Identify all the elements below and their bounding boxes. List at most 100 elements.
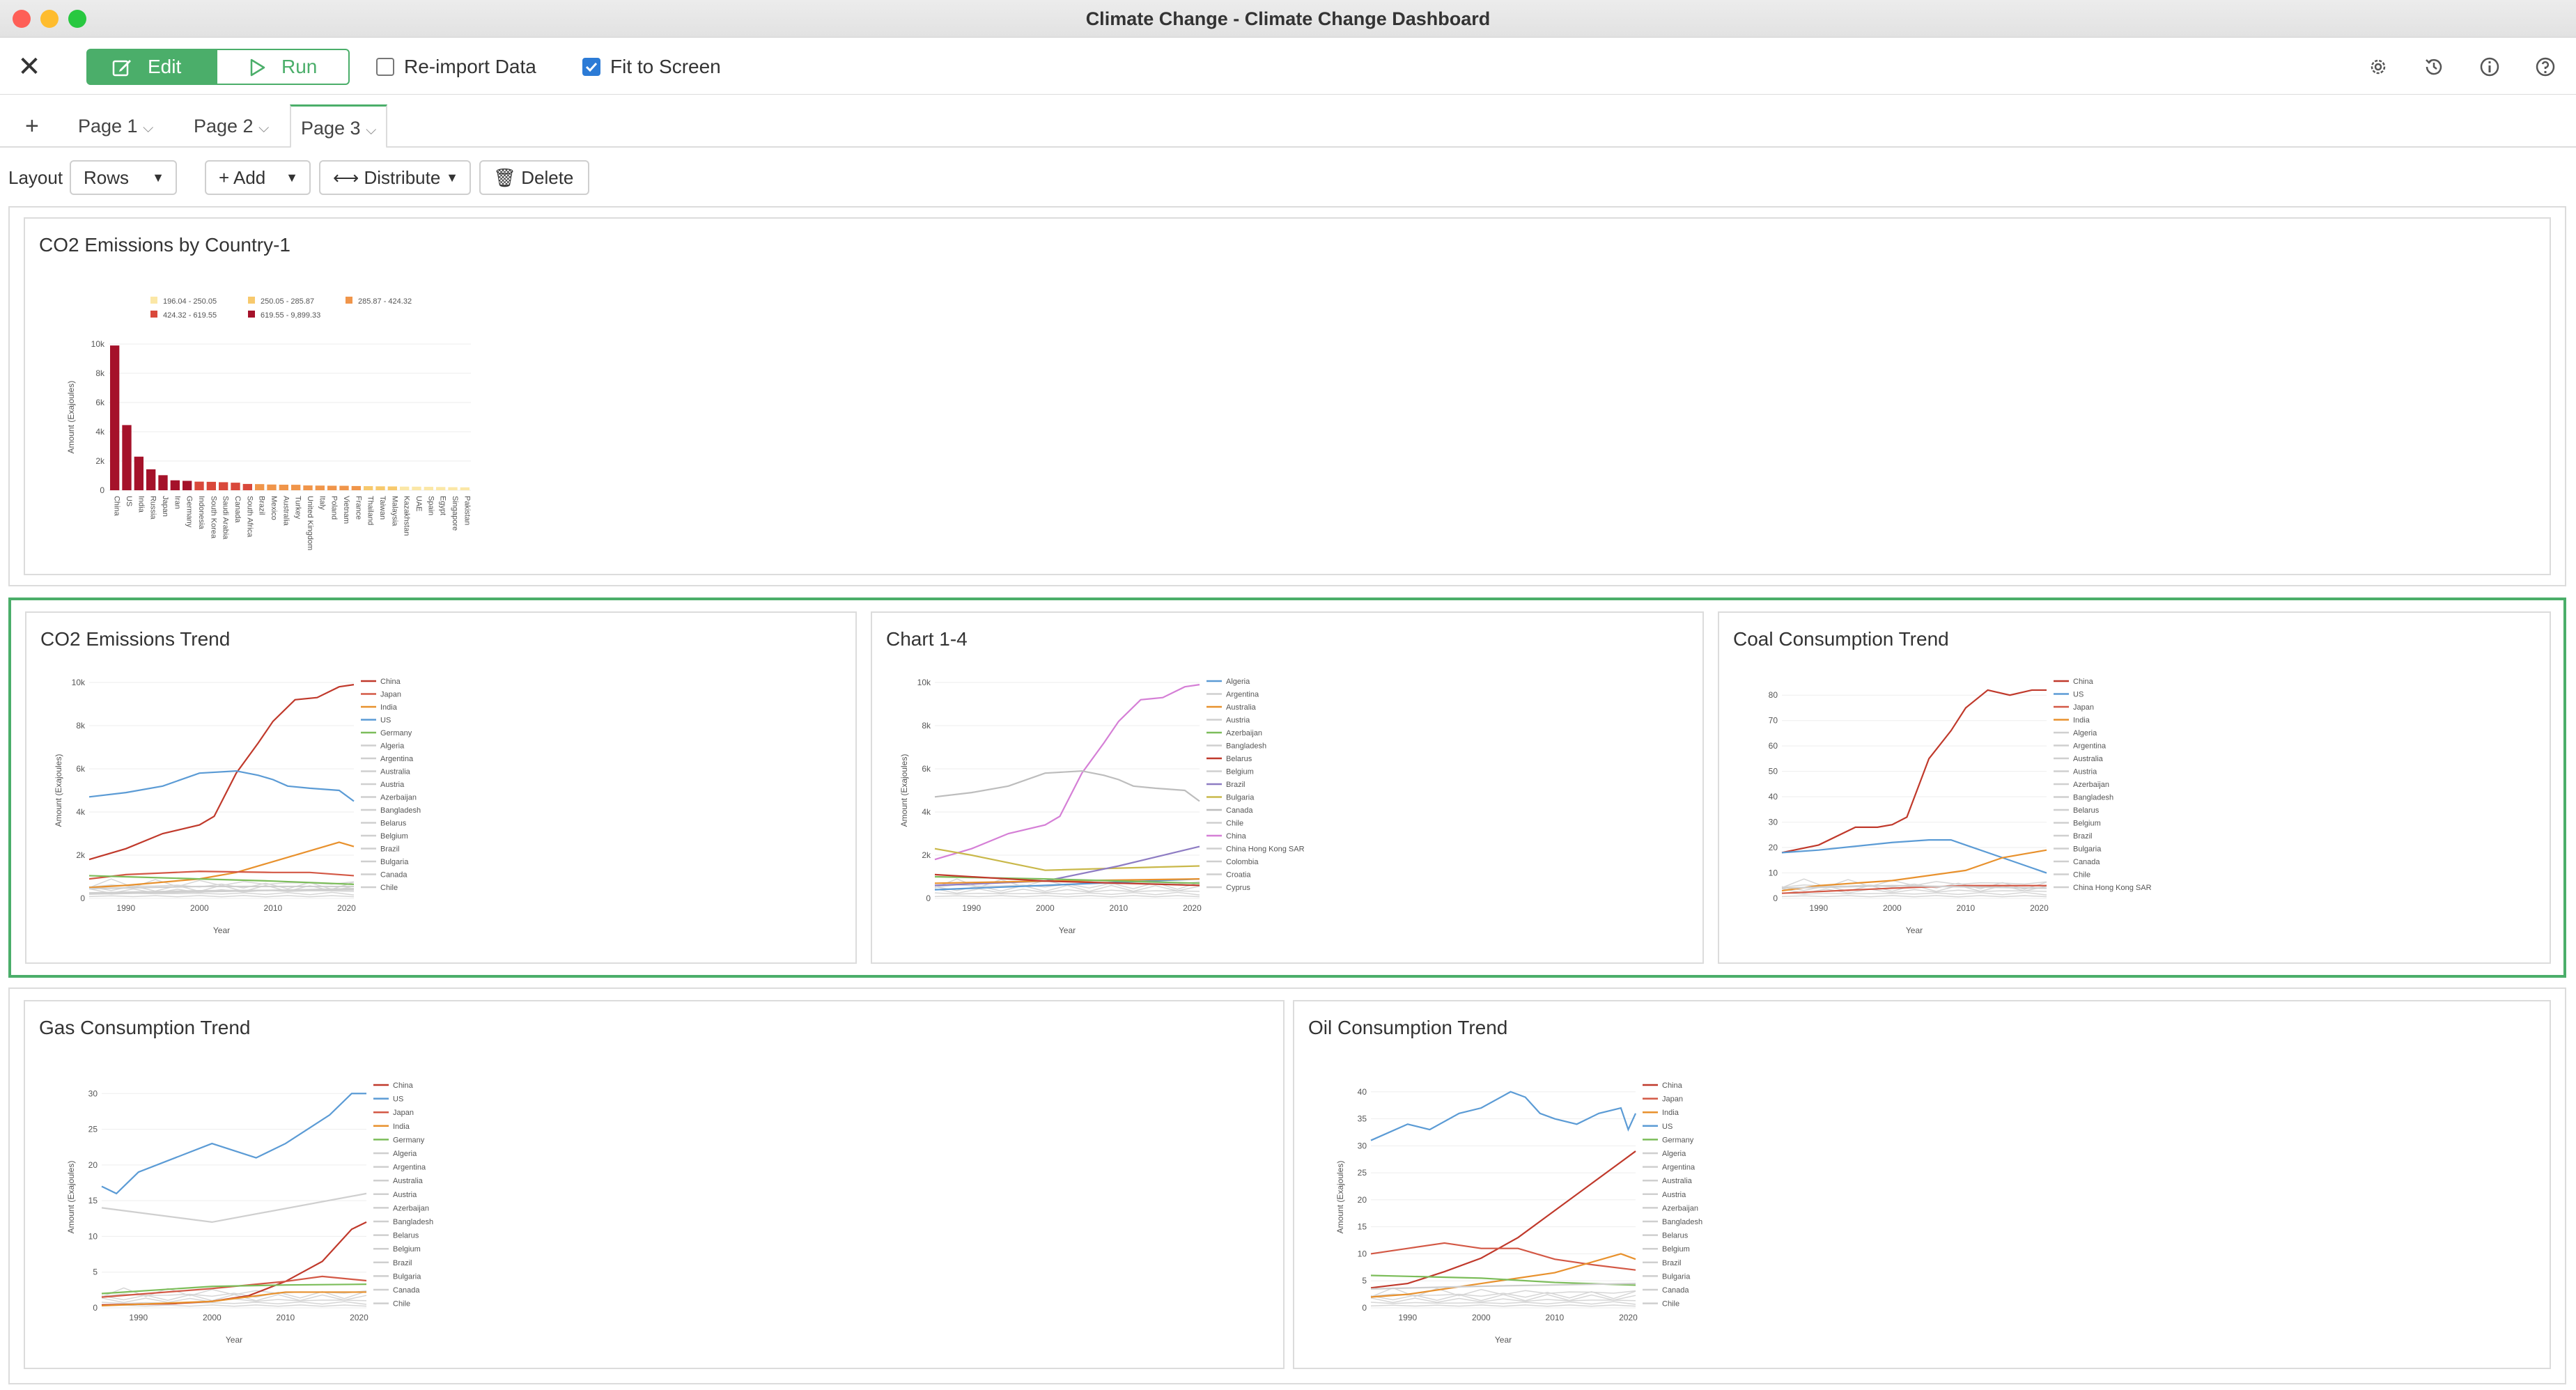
legend-label: Belgium: [2073, 820, 2101, 828]
fit-to-screen-checkbox[interactable]: Fit to Screen: [582, 54, 721, 79]
chart-card-co2-by-country[interactable]: CO2 Emissions by Country-1 196.04 - 250.…: [24, 217, 2551, 575]
dashboard-row-2[interactable]: CO2 Emissions Trend 0 2k 4k 6k 8k 10k 1990 2000…: [8, 598, 2566, 978]
y-tick-label: 20: [1769, 843, 1778, 852]
legend-label: Croatia: [1226, 871, 1251, 880]
tab-page-3[interactable]: Page 3 ⌵: [290, 104, 388, 149]
x-tick-label: 2020: [337, 903, 356, 913]
y-tick-label: 25: [88, 1125, 98, 1134]
chart-card-coal-trend[interactable]: Coal Consumption Trend 0 10 20 30 40 50 60 70 80…: [1718, 611, 2551, 964]
bar: [424, 487, 433, 490]
x-tick-label: France: [354, 496, 362, 520]
layout-label: Layout: [8, 167, 63, 188]
y-tick-label: 10k: [91, 339, 105, 349]
checkbox-box[interactable]: [582, 58, 600, 76]
legend-label: Brazil: [1226, 781, 1246, 789]
bar: [122, 425, 132, 490]
line-chart-co2-trend[interactable]: 0 2k 4k 6k 8k 10k 1990 2000 2010 2020 Year Amount (…: [33, 655, 521, 961]
legend-label: Germany: [1662, 1136, 1694, 1144]
line-chart-oil-trend[interactable]: 0 5 10 15 20 25 30 35 40 1990 2000 2010 2020 Year Amou…: [1301, 1045, 1789, 1365]
bar: [364, 486, 373, 490]
x-tick-label: 1990: [962, 903, 981, 913]
line-chart-1-4[interactable]: 0 2k 4k 6k 8k 10k 1990 2000 2010 2020 Year Amount (…: [879, 655, 1367, 961]
series-line: [934, 770, 1200, 802]
x-tick-label: Australia: [281, 496, 290, 526]
help-icon[interactable]: [2534, 56, 2556, 78]
legend-label: Belgium: [393, 1245, 421, 1254]
legend-label: India: [1662, 1109, 1679, 1117]
checkbox-box[interactable]: [376, 58, 394, 76]
legend-label: Argentina: [393, 1164, 426, 1172]
tab-page-1[interactable]: Page 1 ⌵: [68, 104, 163, 148]
chart-card-chart-1-4[interactable]: Chart 1-4 0 2k 4k 6k 8k 10k 1990 2000 2010 2020 Ye…: [871, 611, 1704, 964]
chart-card-gas-trend[interactable]: Gas Consumption Trend 0 5 10 15 20 25 30 1990 20…: [24, 1000, 1285, 1369]
add-page-button[interactable]: +: [15, 104, 49, 148]
legend-label: Australia: [393, 1177, 424, 1185]
legend-label: Bulgaria: [380, 858, 409, 866]
legend-label: Chile: [393, 1300, 410, 1309]
series-line: [1781, 849, 2047, 892]
checkmark-icon: [585, 62, 598, 72]
x-tick-label: 2000: [190, 903, 209, 913]
y-tick-label: 0: [926, 893, 931, 903]
toolbar: ✕ Edit Run Re-import Data Fit to Screen: [0, 38, 2576, 95]
dashboard-row-1[interactable]: CO2 Emissions by Country-1 196.04 - 250.…: [8, 206, 2566, 586]
legend-label: Australia: [1662, 1177, 1693, 1185]
series-line: [1370, 1150, 1636, 1289]
bar: [110, 345, 120, 490]
legend-label: Germany: [380, 729, 412, 737]
series-line-minor: [934, 891, 1200, 896]
tab-page-2[interactable]: Page 2 ⌵: [184, 104, 279, 148]
y-tick-label: 10k: [72, 678, 86, 687]
distribute-dropdown[interactable]: ⟷ Distribute ▼: [319, 160, 471, 195]
x-tick-label: Taiwan: [378, 496, 387, 520]
rows-dropdown[interactable]: Rows ▼: [70, 160, 177, 195]
legend-label: China: [2073, 678, 2094, 686]
line-chart-coal-trend[interactable]: 0 10 20 30 40 50 60 70 80 1990 2000 2010 2020 Year Chi…: [1726, 655, 2214, 961]
legend-label: Australia: [380, 768, 411, 776]
chart-card-co2-trend[interactable]: CO2 Emissions Trend 0 2k 4k 6k 8k 10k 1990 2000…: [25, 611, 857, 964]
legend-label: Belarus: [380, 820, 407, 828]
x-tick-label: Egypt: [439, 496, 447, 515]
edit-button[interactable]: Edit: [86, 49, 217, 85]
legend-label: China: [1662, 1081, 1683, 1090]
legend-label: Argentina: [380, 755, 414, 763]
legend-label: Bulgaria: [393, 1272, 421, 1281]
x-tick-label: 1990: [1398, 1313, 1417, 1322]
x-tick-label: UAE: [414, 496, 423, 512]
y-tick-label: 5: [1362, 1276, 1367, 1286]
y-tick-label: 10k: [917, 678, 931, 687]
bar: [158, 475, 168, 490]
delete-button[interactable]: 🗑 Delete: [479, 160, 589, 195]
legend-swatch: [248, 311, 255, 318]
chart-card-oil-trend[interactable]: Oil Consumption Trend 0 5 10 15 20 25 30 35 40 19…: [1293, 1000, 2551, 1369]
dashboard-row-3[interactable]: Gas Consumption Trend 0 5 10 15 20 25 30 1990 20…: [8, 987, 2566, 1384]
chevron-down-icon[interactable]: ⌵: [366, 123, 376, 138]
y-tick-label: 0: [1773, 893, 1778, 903]
add-label: Add: [233, 167, 266, 188]
x-tick-label: 2010: [277, 1313, 295, 1322]
chevron-down-icon[interactable]: ⌵: [258, 120, 269, 136]
chevron-down-icon[interactable]: ⌵: [143, 120, 153, 136]
reimport-data-checkbox[interactable]: Re-import Data: [376, 54, 536, 79]
history-icon[interactable]: [2423, 56, 2445, 78]
info-icon[interactable]: [2478, 56, 2501, 78]
y-axis-label: Amount (Exajoules): [899, 754, 909, 827]
x-tick-label: Kazakhstan: [403, 496, 411, 536]
x-tick-label: 2000: [203, 1313, 222, 1322]
gear-icon[interactable]: [2367, 56, 2389, 78]
legend-label: Austria: [1662, 1191, 1686, 1199]
y-tick-label: 8k: [95, 368, 105, 378]
legend-label: US: [1662, 1123, 1673, 1131]
x-tick-label: 2020: [1619, 1313, 1638, 1322]
run-button[interactable]: Run: [217, 49, 350, 85]
legend-label: Cyprus: [1226, 884, 1250, 892]
line-chart-gas-trend[interactable]: 0 5 10 15 20 25 30 1990 2000 2010 2020 Year Amount (…: [32, 1045, 520, 1365]
x-tick-label: US: [125, 496, 133, 506]
bar-chart-co2-by-country[interactable]: 196.04 - 250.05 250.05 - 285.87 285.87 - 4…: [32, 281, 478, 560]
legend-label: Belgium: [1662, 1245, 1690, 1254]
close-icon[interactable]: ✕: [15, 53, 43, 81]
legend-label: 250.05 - 285.87: [261, 297, 314, 306]
page-tabs: + Page 1 ⌵ Page 2 ⌵ Page 3 ⌵: [0, 95, 2576, 149]
add-dropdown[interactable]: + Add ▼: [205, 160, 311, 195]
series-line-minor: [101, 1304, 367, 1307]
